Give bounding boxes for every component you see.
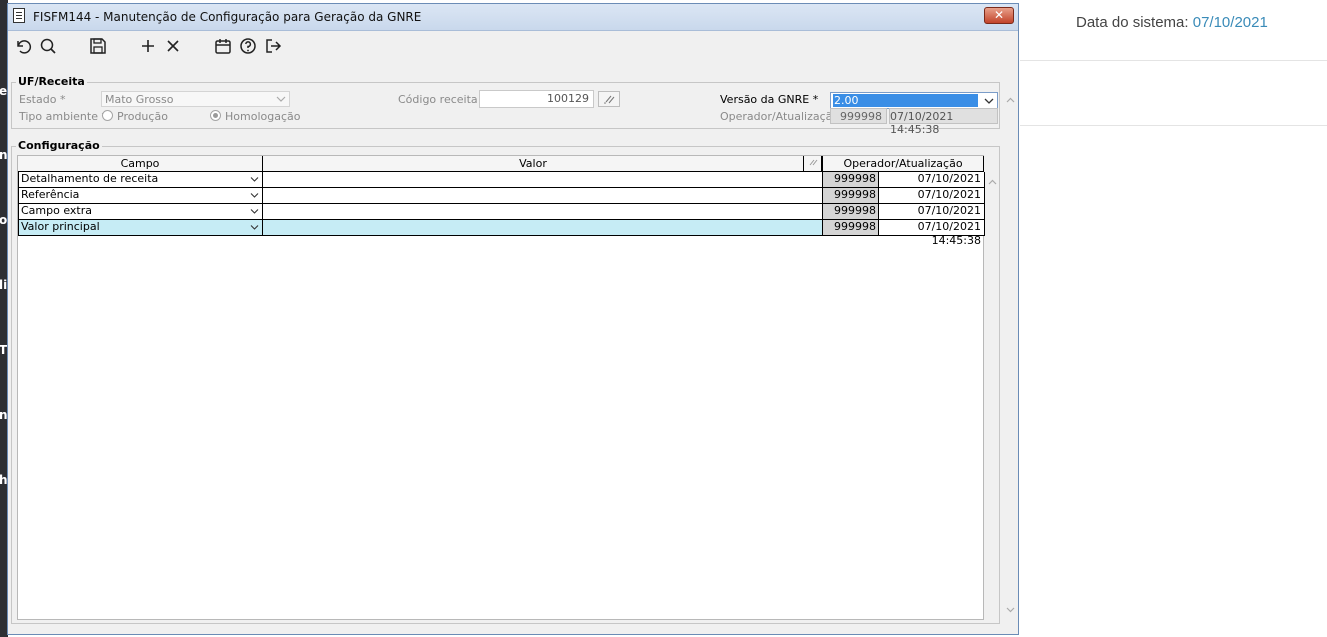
divider: [1020, 125, 1327, 126]
configuracao-title: Configuração: [16, 139, 102, 152]
lookup-icon: [604, 95, 615, 104]
delete-icon: [167, 40, 179, 52]
exit-button[interactable]: [262, 35, 284, 57]
form-scrollbar[interactable]: [1004, 92, 1017, 613]
add-icon: [142, 40, 154, 52]
estado-value: Mato Grosso: [105, 93, 174, 106]
campo-cell[interactable]: Valor principal: [18, 220, 263, 236]
chevron-down-icon: [250, 193, 259, 198]
chevron-down-icon: [250, 209, 259, 214]
valor-cell[interactable]: [263, 172, 822, 188]
campo-text: Detalhamento de receita: [21, 172, 159, 185]
calendar-button[interactable]: [212, 35, 234, 57]
chevron-down-icon: [275, 92, 287, 106]
divider: [1020, 60, 1327, 61]
operador-value: 999998: [840, 110, 882, 123]
campo-text: Campo extra: [21, 204, 93, 217]
radio-homologacao-label: Homologação: [225, 110, 301, 123]
exit-icon: [266, 39, 282, 53]
operador-cell: 999998: [822, 172, 879, 188]
column-header-operador[interactable]: Operador/Atualização: [822, 156, 984, 172]
chevron-down-icon: [983, 94, 995, 108]
chevron-up-icon: [988, 179, 997, 185]
valor-cell[interactable]: [263, 204, 822, 220]
system-date-value: 07/10/2021: [1192, 14, 1268, 31]
estado-select[interactable]: Mato Grosso: [101, 91, 290, 107]
campo-text: Valor principal: [21, 220, 100, 233]
codigo-receita-label: Código receita *: [398, 93, 487, 106]
save-button[interactable]: [87, 35, 109, 57]
undo-button[interactable]: [12, 35, 34, 57]
chevron-up-icon: [1006, 97, 1015, 103]
valor-lookup-button[interactable]: [803, 156, 822, 172]
system-date: Data do sistema: 07/10/2021: [1076, 14, 1268, 31]
atualizacao-cell: 07/10/2021 14:45:38: [879, 188, 985, 215]
background-app: [1020, 0, 1327, 637]
radio-producao-label: Produção: [117, 110, 168, 123]
title-bar[interactable]: FISFM144 - Manutenção de Configuração pa…: [8, 4, 1018, 31]
help-icon: [240, 38, 256, 54]
search-button[interactable]: [37, 35, 59, 57]
operador-atualizacao-label: Operador/Atualização: [720, 110, 840, 123]
campo-cell[interactable]: Referência: [18, 188, 263, 204]
document-icon: [13, 8, 25, 23]
valor-cell[interactable]: [263, 220, 822, 236]
undo-icon: [17, 40, 32, 54]
chevron-down-icon: [250, 225, 259, 230]
valor-cell[interactable]: [263, 188, 822, 204]
table-row[interactable]: Campo extra 999998 07/10/2021 14:45:38: [18, 204, 985, 231]
save-icon: [90, 38, 106, 54]
window-title: FISFM144 - Manutenção de Configuração pa…: [33, 10, 422, 24]
system-date-label: Data do sistema:: [1076, 14, 1189, 31]
campo-text: Referência: [21, 188, 80, 201]
chevron-down-icon: [250, 177, 259, 182]
atualizacao-value: 07/10/2021 14:45:38: [890, 110, 954, 136]
codigo-receita-input[interactable]: 100129: [479, 90, 594, 108]
tipo-ambiente-label: Tipo ambiente *: [19, 110, 107, 123]
operador-field: 999998: [830, 108, 887, 124]
lookup-icon: [809, 159, 817, 166]
close-button[interactable]: ✕: [984, 7, 1014, 24]
campo-cell[interactable]: Campo extra: [18, 204, 263, 220]
toolbar: [8, 31, 1018, 63]
codigo-lookup-button[interactable]: [598, 91, 620, 107]
gnre-config-window: FISFM144 - Manutenção de Configuração pa…: [7, 3, 1019, 635]
uf-receita-title: UF/Receita: [16, 75, 87, 88]
atualizacao-cell: 07/10/2021 14:45:38: [879, 220, 985, 247]
operador-cell: 999998: [822, 204, 879, 220]
radio-homologacao[interactable]: [210, 110, 221, 121]
configuracao-table: Campo Valor Operador/Atualização Detalha…: [17, 155, 997, 620]
versao-gnre-label: Versão da GNRE *: [720, 93, 819, 106]
search-icon: [40, 38, 56, 54]
column-header-valor[interactable]: Valor: [263, 156, 803, 172]
table-row[interactable]: Detalhamento de receita 999998 07/10/202…: [18, 172, 985, 199]
table-row-selected[interactable]: Valor principal 999998 07/10/2021 14:45:…: [18, 220, 985, 247]
atualizacao-field: 07/10/2021 14:45:38: [889, 108, 998, 136]
radio-producao[interactable]: [102, 110, 113, 121]
table-scrollbar[interactable]: [986, 174, 999, 619]
atualizacao-cell: 07/10/2021 14:45:38: [879, 204, 985, 231]
estado-label: Estado *: [19, 93, 66, 106]
chevron-down-icon: [1006, 607, 1015, 613]
column-header-campo[interactable]: Campo: [18, 156, 263, 172]
atualizacao-cell: 07/10/2021 14:45:38: [879, 172, 985, 199]
versao-gnre-value: 2.00: [833, 94, 978, 107]
operador-cell: 999998: [822, 188, 879, 204]
campo-cell[interactable]: Detalhamento de receita: [18, 172, 263, 188]
add-button[interactable]: [137, 35, 159, 57]
help-button[interactable]: [237, 35, 259, 57]
calendar-icon: [215, 39, 231, 54]
codigo-receita-value: 100129: [547, 92, 589, 105]
close-icon: ✕: [993, 8, 1005, 22]
table-row[interactable]: Referência 999998 07/10/2021 14:45:38: [18, 188, 985, 215]
delete-button[interactable]: [162, 35, 184, 57]
versao-gnre-select[interactable]: 2.00: [830, 92, 998, 109]
operador-cell: 999998: [822, 220, 879, 236]
